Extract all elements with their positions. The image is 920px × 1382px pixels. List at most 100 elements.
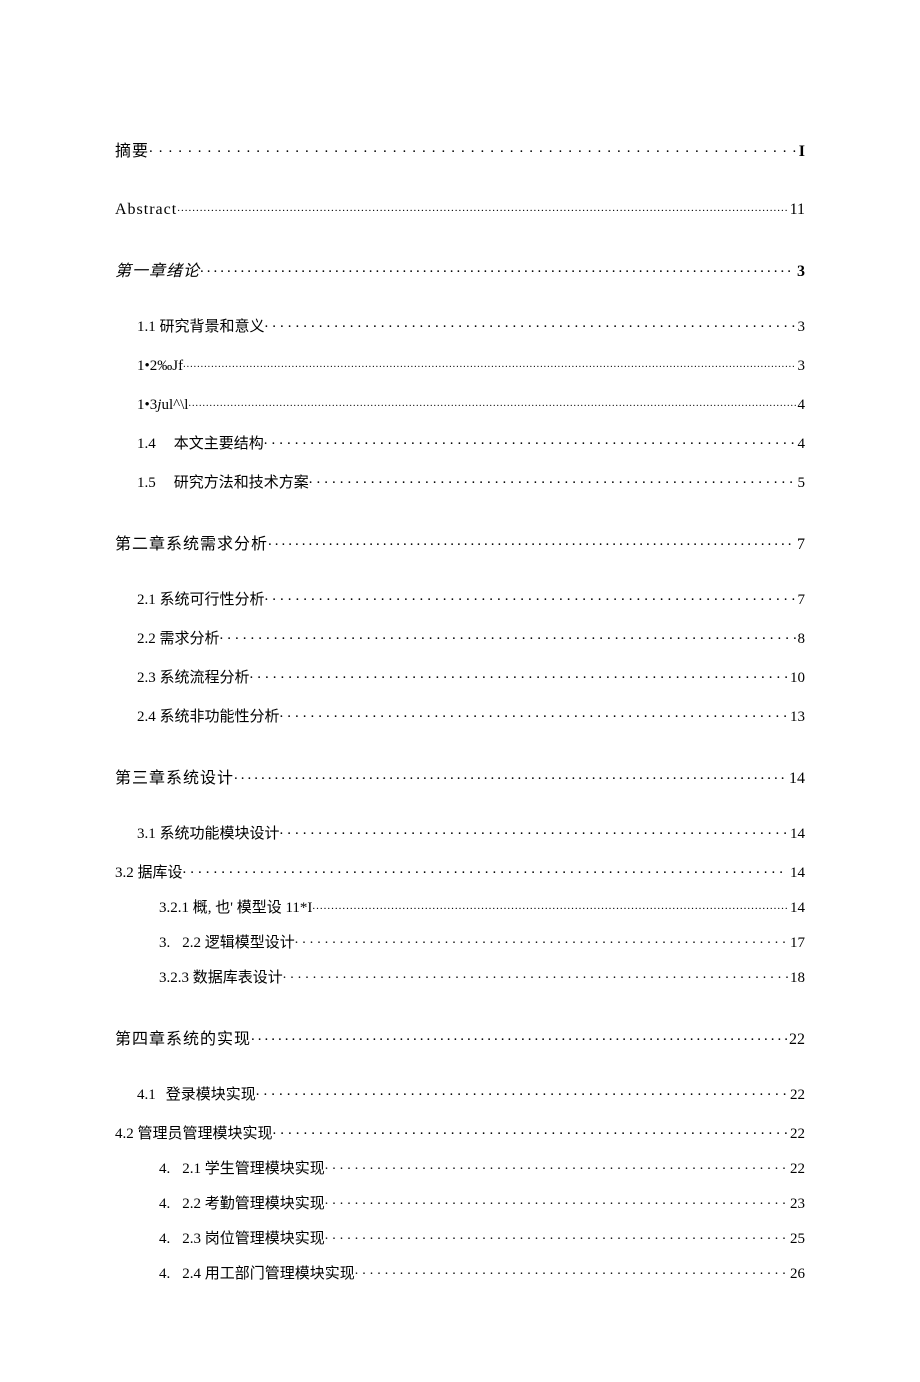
- toc-num: 3.: [159, 935, 170, 951]
- toc-label: 1.1 研究背景和意义: [137, 320, 265, 335]
- toc-label: 1•3jul^\l: [137, 398, 188, 413]
- toc-leader: [312, 897, 788, 912]
- toc-page: 4: [796, 398, 806, 413]
- toc-entry-3-2-2: 3.2.2 逻辑模型设计 17: [115, 932, 805, 951]
- toc-label: 3.2 据库设: [115, 866, 183, 881]
- toc-label: 4. 2.4 用工部门管理模块实现: [159, 1267, 355, 1282]
- toc-page: 13: [788, 710, 805, 725]
- toc-entry-abstract-en: Abstract 11: [115, 198, 805, 218]
- toc-entry-2-3: 2.3 系统流程分析 10: [115, 667, 805, 686]
- toc-page: 7: [795, 537, 805, 553]
- toc-leader: [309, 472, 796, 487]
- toc-label: 3.1 系统功能模块设计: [137, 827, 280, 842]
- toc-text: 2.3 岗位管理模块实现: [182, 1231, 325, 1247]
- toc-entry-4-2-4: 4. 2.4 用工部门管理模块实现 26: [115, 1263, 805, 1282]
- toc-entry-2-2: 2.2 需求分析 8: [115, 628, 805, 647]
- toc-entry-2-4: 2.4 系统非功能性分析 13: [115, 706, 805, 725]
- toc-label: 2.1 系统可行性分析: [137, 593, 265, 608]
- toc-num: 4.1: [137, 1087, 156, 1103]
- toc-leader: [250, 667, 788, 682]
- toc-entry-2-1: 2.1 系统可行性分析 7: [115, 589, 805, 608]
- toc-label: 第二章系统需求分析: [115, 537, 268, 553]
- toc-entry-ch1: 第一章绪论 3: [115, 260, 805, 280]
- toc-label: 第三章系统设计: [115, 771, 234, 787]
- toc-entry-ch3: 第三章系统设计 14: [115, 767, 805, 787]
- toc-leader: [283, 967, 788, 982]
- toc-entry-3-2-1: 3.2.1 概, 也' 模型设 11*I 14: [115, 897, 805, 916]
- toc-leader: [200, 260, 795, 276]
- toc-page: 22: [788, 1127, 805, 1142]
- toc-entry-4-2-1: 4. 2.1 学生管理模块实现 22: [115, 1158, 805, 1177]
- toc-entry-1-4: 1.4本文主要结构 4: [115, 433, 805, 452]
- toc-text: 2.1 学生管理模块实现: [182, 1161, 325, 1177]
- toc-page: 11: [788, 202, 805, 218]
- toc-page: 3: [796, 359, 806, 374]
- toc-entry-1-5: 1.5研究方法和技术方案 5: [115, 472, 805, 491]
- toc-entry-1-2: 1•2‰Jf 3: [115, 355, 805, 374]
- toc-leader: [188, 394, 795, 409]
- toc-entry-1-3: 1•3jul^\l 4: [115, 394, 805, 413]
- toc-text: 2.4 用工部门管理模块实现: [182, 1266, 355, 1282]
- toc-leader: [280, 706, 788, 721]
- toc-num: 4.: [159, 1266, 170, 1282]
- toc-leader: [295, 932, 788, 947]
- toc-label: 4. 2.2 考勤管理模块实现: [159, 1197, 325, 1212]
- toc-page: 22: [788, 1162, 805, 1177]
- toc-label: Abstract: [115, 202, 177, 218]
- toc-leader: [183, 355, 795, 370]
- toc-label: 4.2 管理员管理模块实现: [115, 1127, 273, 1142]
- toc-page: 26: [788, 1267, 805, 1282]
- toc-text: 登录模块实现: [166, 1087, 256, 1103]
- toc-entry-1-1: 1.1 研究背景和意义 3: [115, 316, 805, 335]
- toc-leader: [251, 1028, 787, 1044]
- toc-page: 4: [796, 437, 806, 452]
- toc-page: I: [797, 144, 805, 160]
- toc-leader: [177, 198, 787, 214]
- toc-num: 4.: [159, 1196, 170, 1212]
- toc-text: 2.2 考勤管理模块实现: [182, 1196, 325, 1212]
- toc-page: 摘要 I Abstract 11 第一章绪论 3 1.1 研究背景和意义 3 1…: [0, 0, 920, 1382]
- toc-page: 3: [796, 320, 806, 335]
- toc-page: 8: [796, 632, 806, 647]
- toc-leader: [280, 823, 788, 838]
- toc-leader: [325, 1158, 788, 1173]
- toc-page: 22: [787, 1032, 805, 1048]
- toc-leader: [268, 533, 795, 549]
- toc-label: 2.2 需求分析: [137, 632, 220, 647]
- toc-label: 2.3 系统流程分析: [137, 671, 250, 686]
- toc-label: 4.1 登录模块实现: [137, 1088, 256, 1103]
- toc-page: 23: [788, 1197, 805, 1212]
- toc-label: 4.2.3 岗位管理模块实现: [159, 1232, 325, 1247]
- toc-page: 10: [788, 671, 805, 686]
- toc-leader: [183, 862, 788, 877]
- toc-page: 22: [788, 1088, 805, 1103]
- toc-page: 7: [796, 593, 806, 608]
- toc-entry-3-2-3: 3.2.3 数据库表设计 18: [115, 967, 805, 986]
- toc-page: 14: [788, 827, 805, 842]
- toc-page: 14: [788, 866, 805, 881]
- toc-entry-4-2-3: 4.2.3 岗位管理模块实现 25: [115, 1228, 805, 1247]
- toc-text: 本文主要结构: [174, 436, 264, 452]
- toc-label: 1.5研究方法和技术方案: [137, 476, 309, 491]
- toc-entry-4-2: 4.2 管理员管理模块实现 22: [115, 1123, 805, 1142]
- toc-label: 摘要: [115, 144, 149, 160]
- toc-page: 14: [788, 901, 805, 916]
- toc-label: 1•2‰Jf: [137, 359, 183, 374]
- toc-entry-4-1: 4.1 登录模块实现 22: [115, 1084, 805, 1103]
- toc-leader: [325, 1193, 788, 1208]
- toc-num: 4.: [159, 1161, 170, 1177]
- toc-page: 18: [788, 971, 805, 986]
- toc-leader: [256, 1084, 788, 1099]
- toc-entry-3-1: 3.1 系统功能模块设计 14: [115, 823, 805, 842]
- toc-label: 4. 2.1 学生管理模块实现: [159, 1162, 325, 1177]
- toc-page: 5: [796, 476, 806, 491]
- toc-entry-abstract-cn: 摘要 I: [115, 140, 805, 160]
- toc-label: 1.4本文主要结构: [137, 437, 264, 452]
- toc-label: 第四章系统的实现: [115, 1032, 251, 1048]
- toc-label: 3.2.2 逻辑模型设计: [159, 936, 295, 951]
- toc-page: 3: [795, 264, 805, 280]
- toc-leader: [355, 1263, 788, 1278]
- toc-page: 14: [787, 771, 805, 787]
- toc-label: 3.2.3 数据库表设计: [159, 971, 283, 986]
- toc-leader: [264, 433, 796, 448]
